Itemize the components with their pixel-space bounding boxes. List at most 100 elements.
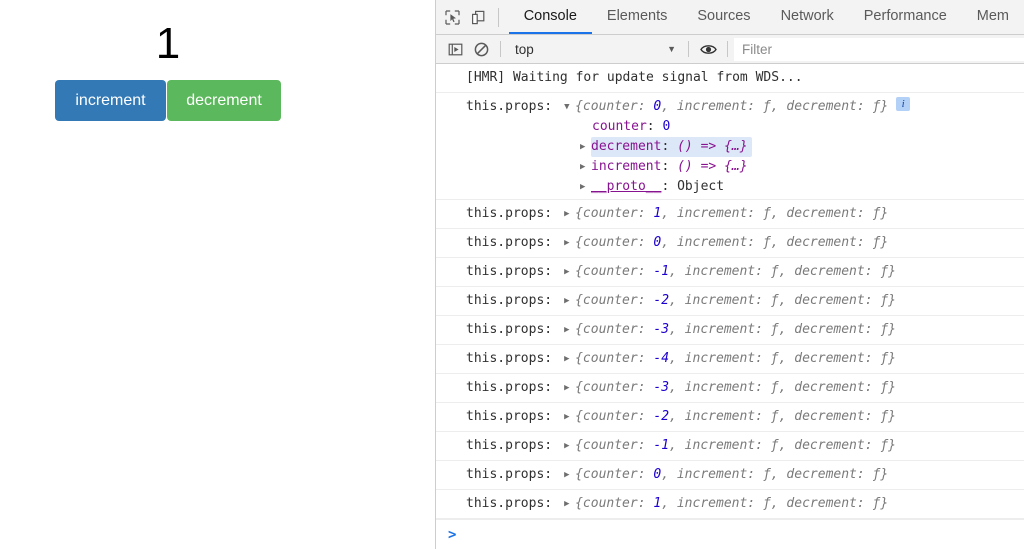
console-message-label: this.props: — [466, 235, 553, 250]
property-key: __proto__ — [591, 179, 662, 194]
object-property-row[interactable]: counter: 0 — [574, 117, 752, 137]
object-preview-open: {counter: — [575, 380, 654, 395]
disclosure-triangle-icon[interactable]: ▶ — [564, 494, 575, 514]
console-message-label: this.props: — [466, 99, 553, 114]
console-message-label: this.props: — [466, 322, 553, 337]
object-preview-rest: , increment: ƒ, decrement: ƒ} — [669, 322, 897, 337]
object-preview-open: {counter: — [575, 264, 654, 279]
counter-value-token: -1 — [653, 438, 670, 453]
console-message-label: this.props: — [466, 351, 553, 366]
execution-context-icon[interactable] — [442, 36, 468, 62]
object-preview-rest: , increment: ƒ, decrement: ƒ} — [669, 380, 897, 395]
property-separator: : — [661, 159, 678, 174]
disclosure-triangle-icon[interactable]: ▶ — [564, 233, 575, 253]
execution-context-select[interactable]: top ▼ — [507, 38, 682, 60]
toolbar-divider — [497, 8, 499, 27]
disclosure-triangle-icon[interactable]: ▶ — [564, 262, 575, 282]
filterbar-divider-3 — [727, 41, 728, 57]
object-preview-open: {counter: — [575, 322, 654, 337]
object-preview-rest: , increment: ƒ, decrement: ƒ} — [669, 293, 897, 308]
disclosure-triangle-icon[interactable]: ▶ — [580, 137, 591, 157]
property-value: () => {…} — [677, 139, 748, 154]
counter-value-token: -2 — [653, 409, 670, 424]
filterbar-divider-2 — [688, 41, 689, 57]
info-badge-icon[interactable]: i — [896, 97, 911, 111]
object-property-row[interactable]: ▶ increment: () => {…} — [574, 157, 752, 177]
console-message[interactable]: this.props: ▶ {counter: -1, increment: ƒ… — [436, 258, 1024, 287]
console-message[interactable]: [HMR] Waiting for update signal from WDS… — [436, 64, 1024, 93]
console-filter-input[interactable] — [734, 37, 1024, 61]
property-separator: : — [661, 139, 678, 154]
property-value: 0 — [662, 119, 671, 134]
console-message-label: this.props: — [466, 409, 553, 424]
console-message-label: this.props: — [466, 293, 553, 308]
tab-network[interactable]: Network — [766, 0, 849, 34]
console-message[interactable]: this.props: ▶ {counter: -2, increment: ƒ… — [436, 403, 1024, 432]
tab-elements[interactable]: Elements — [592, 0, 682, 34]
object-preview-rest: , increment: ƒ, decrement: ƒ} — [669, 409, 897, 424]
disclosure-triangle-icon[interactable]: ▶ — [580, 157, 591, 177]
disclosure-triangle-icon[interactable]: ▶ — [564, 436, 575, 456]
console-prompt[interactable]: > — [436, 519, 1024, 549]
disclosure-triangle-icon[interactable]: ▼ — [564, 97, 575, 117]
disclosure-triangle-icon[interactable]: ▶ — [564, 291, 575, 311]
disclosure-triangle-icon[interactable]: ▶ — [564, 407, 575, 427]
tab-performance[interactable]: Performance — [849, 0, 962, 34]
object-preview: {counter: -1, increment: ƒ, decrement: ƒ… — [575, 262, 896, 282]
counter-value-token: -4 — [653, 351, 670, 366]
object-preview-rest: , increment: ƒ, decrement: ƒ} — [661, 496, 889, 511]
object-preview: {counter: -2, increment: ƒ, decrement: ƒ… — [575, 291, 896, 311]
prompt-chevron-icon: > — [448, 526, 457, 543]
tab-sources[interactable]: Sources — [682, 0, 765, 34]
devtools-pane: Console Elements Sources Network Perform… — [436, 0, 1024, 549]
property-value: () => {…} — [677, 159, 748, 174]
console-message[interactable]: this.props: ▶ {counter: -3, increment: ƒ… — [436, 374, 1024, 403]
disclosure-triangle-icon[interactable]: ▶ — [564, 378, 575, 398]
console-message-text: [HMR] Waiting for update signal from WDS… — [466, 70, 803, 85]
object-preview-open: {counter: — [575, 206, 654, 221]
console-message[interactable]: this.props: ▶ {counter: 1, increment: ƒ,… — [436, 490, 1024, 519]
console-message[interactable]: this.props: ▶ {counter: 0, increment: ƒ,… — [436, 461, 1024, 490]
console-message[interactable]: this.props: ▶ {counter: -1, increment: ƒ… — [436, 432, 1024, 461]
devtools-tabs: Console Elements Sources Network Perform… — [508, 0, 1024, 34]
object-preview-open: {counter: — [575, 293, 654, 308]
object-preview: {counter: -3, increment: ƒ, decrement: ƒ… — [575, 320, 896, 340]
increment-button[interactable]: increment — [55, 80, 166, 121]
console-message[interactable]: this.props: ▶ {counter: -2, increment: ƒ… — [436, 287, 1024, 316]
object-preview: {counter: 0, increment: ƒ, decrement: ƒ} — [575, 97, 888, 117]
object-property-row[interactable]: ▶ decrement: () => {…} — [574, 137, 752, 157]
devtools-tabbar: Console Elements Sources Network Perform… — [436, 0, 1024, 35]
disclosure-triangle-icon[interactable]: ▶ — [580, 177, 591, 197]
console-message[interactable]: this.props: ▶ {counter: 0, increment: ƒ,… — [436, 229, 1024, 258]
object-preview: {counter: 1, increment: ƒ, decrement: ƒ} — [575, 204, 888, 224]
disclosure-triangle-icon[interactable]: ▶ — [564, 204, 575, 224]
console-message[interactable]: this.props: ▼ {counter: 0, increment: ƒ,… — [436, 93, 1024, 200]
object-preview: {counter: -1, increment: ƒ, decrement: ƒ… — [575, 436, 896, 456]
property-separator: : — [661, 179, 678, 194]
property-key: decrement — [591, 139, 662, 154]
object-preview-open: {counter: — [575, 351, 654, 366]
disclosure-triangle-icon[interactable]: ▶ — [564, 349, 575, 369]
web-page-pane: 1 increment decrement — [0, 0, 436, 549]
clear-console-icon[interactable] — [468, 36, 494, 62]
object-preview-open: {counter: — [575, 409, 654, 424]
decrement-button[interactable]: decrement — [167, 80, 281, 121]
console-message[interactable]: this.props: ▶ {counter: -4, increment: ƒ… — [436, 345, 1024, 374]
object-preview-open: {counter: — [575, 235, 654, 250]
live-expression-eye-icon[interactable] — [695, 36, 721, 62]
inspect-element-icon[interactable] — [440, 0, 466, 34]
object-preview: {counter: -4, increment: ƒ, decrement: ƒ… — [575, 349, 896, 369]
disclosure-triangle-icon[interactable]: ▶ — [564, 465, 575, 485]
console-message-list[interactable]: [HMR] Waiting for update signal from WDS… — [436, 64, 1024, 549]
object-property-row[interactable]: ▶ __proto__: Object — [574, 177, 752, 197]
tab-memory[interactable]: Mem — [962, 0, 1024, 34]
console-message-label: this.props: — [466, 467, 553, 482]
disclosure-triangle-icon[interactable]: ▶ — [564, 320, 575, 340]
counter-buttons: increment decrement — [0, 80, 336, 121]
console-message[interactable]: this.props: ▶ {counter: 1, increment: ƒ,… — [436, 200, 1024, 229]
tab-console[interactable]: Console — [508, 0, 592, 34]
console-message-label: this.props: — [466, 206, 553, 221]
console-message[interactable]: this.props: ▶ {counter: -3, increment: ƒ… — [436, 316, 1024, 345]
device-toolbar-icon[interactable] — [466, 0, 492, 34]
property-highlight: decrement: () => {…} — [591, 137, 752, 157]
